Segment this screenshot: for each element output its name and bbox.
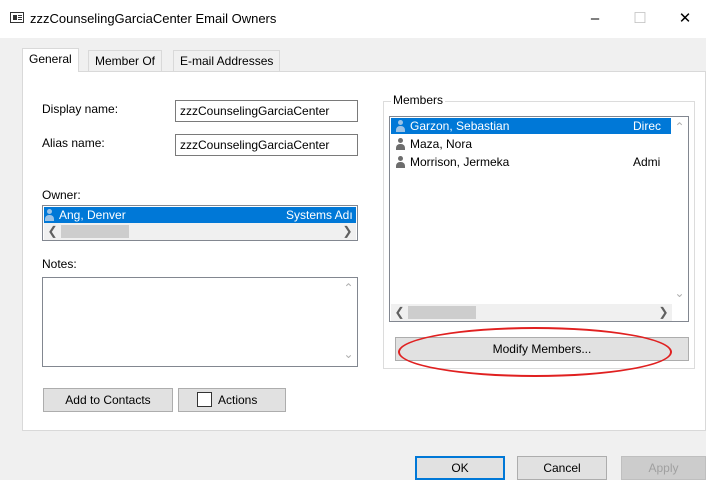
owner-title: Systems Adı bbox=[286, 208, 353, 222]
general-tab-panel: Display name: zzzCounselingGarciaCenter … bbox=[22, 71, 706, 431]
notes-label: Notes: bbox=[42, 257, 77, 271]
actions-checkbox-icon bbox=[197, 392, 212, 407]
member-row[interactable]: Maza, Nora bbox=[391, 136, 673, 152]
person-icon bbox=[395, 156, 406, 168]
cancel-button[interactable]: Cancel bbox=[517, 456, 607, 480]
actions-button[interactable]: Actions bbox=[178, 388, 286, 412]
member-name: Morrison, Jermeka bbox=[410, 155, 510, 169]
alias-name-label: Alias name: bbox=[42, 136, 105, 150]
actions-label: Actions bbox=[218, 393, 258, 407]
scroll-down-icon[interactable]: ⌄ bbox=[340, 346, 357, 363]
member-row[interactable]: Garzon, Sebastian Direc bbox=[391, 118, 673, 134]
person-icon bbox=[395, 138, 406, 150]
tab-general[interactable]: General bbox=[22, 48, 79, 72]
owner-label: Owner: bbox=[42, 188, 81, 202]
alias-name-field[interactable]: zzzCounselingGarciaCenter bbox=[175, 134, 358, 156]
owner-list[interactable]: Ang, Denver Systems Adı ❮ ❯ bbox=[42, 205, 358, 241]
scroll-right-icon[interactable]: ❯ bbox=[655, 304, 672, 321]
members-list[interactable]: Garzon, Sebastian Direc Maza, Nora Morri… bbox=[389, 116, 689, 322]
minimize-button[interactable]: – bbox=[572, 4, 618, 34]
member-name: Garzon, Sebastian bbox=[410, 119, 510, 133]
display-name-field[interactable]: zzzCounselingGarciaCenter bbox=[175, 100, 358, 122]
member-name: Maza, Nora bbox=[410, 137, 473, 151]
member-title: Admi bbox=[633, 155, 661, 169]
window-app-icon[interactable] bbox=[10, 12, 24, 23]
scroll-left-icon[interactable]: ❮ bbox=[391, 304, 408, 321]
owner-name: Ang, Denver bbox=[59, 208, 126, 222]
close-button[interactable]: ✕ bbox=[662, 4, 706, 34]
window-title: zzzCounselingGarciaCenter Email Owners bbox=[30, 11, 277, 26]
tab-email-addresses[interactable]: E-mail Addresses bbox=[173, 50, 281, 71]
display-name-label: Display name: bbox=[42, 102, 119, 116]
scroll-up-icon[interactable]: ⌃ bbox=[671, 119, 688, 136]
title-bar: zzzCounselingGarciaCenter Email Owners –… bbox=[0, 0, 706, 38]
modify-members-button[interactable]: Modify Members... bbox=[395, 337, 689, 361]
members-horizontal-scrollbar[interactable]: ❮ ❯ bbox=[391, 304, 672, 321]
person-icon bbox=[44, 209, 55, 221]
maximize-button[interactable]: ☐ bbox=[617, 4, 663, 34]
owner-row[interactable]: Ang, Denver Systems Adı bbox=[44, 207, 356, 223]
person-icon bbox=[395, 120, 406, 132]
members-vertical-scrollbar[interactable]: ⌃ ⌄ bbox=[671, 117, 688, 304]
scroll-right-icon[interactable]: ❯ bbox=[339, 223, 356, 240]
scroll-left-icon[interactable]: ❮ bbox=[44, 223, 61, 240]
scroll-down-icon[interactable]: ⌄ bbox=[671, 285, 688, 302]
owner-horizontal-scrollbar[interactable]: ❮ ❯ bbox=[44, 223, 356, 240]
notes-textarea[interactable]: ⌃ ⌄ bbox=[42, 277, 358, 367]
member-title: Direc bbox=[633, 119, 662, 133]
scroll-up-icon[interactable]: ⌃ bbox=[340, 280, 357, 297]
scroll-thumb[interactable] bbox=[408, 306, 476, 319]
ok-button[interactable]: OK bbox=[415, 456, 505, 480]
notes-vertical-scrollbar[interactable]: ⌃ ⌄ bbox=[340, 278, 357, 366]
add-to-contacts-button[interactable]: Add to Contacts bbox=[43, 388, 173, 412]
scroll-thumb[interactable] bbox=[61, 225, 129, 238]
member-row[interactable]: Morrison, Jermeka Admi bbox=[391, 154, 673, 170]
members-group-title: Members bbox=[391, 93, 446, 107]
tab-member-of[interactable]: Member Of bbox=[88, 50, 163, 71]
apply-button[interactable]: Apply bbox=[621, 456, 706, 480]
